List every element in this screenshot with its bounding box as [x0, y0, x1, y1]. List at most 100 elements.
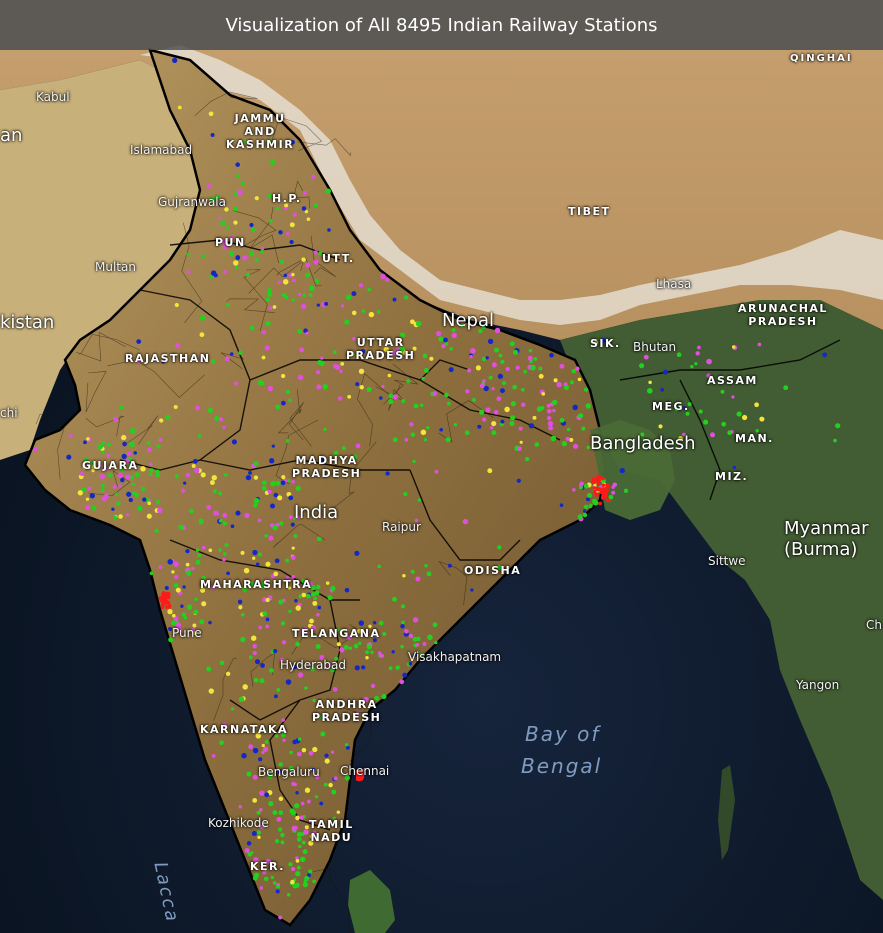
- station-point: [265, 320, 271, 327]
- station-point: [313, 250, 318, 255]
- station-point: [598, 501, 602, 506]
- label-hp: H.P.: [272, 192, 302, 205]
- station-point: [155, 473, 160, 478]
- station-point: [833, 438, 837, 443]
- station-point: [253, 498, 260, 504]
- station-point: [527, 355, 533, 361]
- station-point: [302, 293, 306, 298]
- label-islamabad: Islamabad: [130, 143, 193, 157]
- station-point: [180, 604, 184, 608]
- station-point: [322, 384, 328, 390]
- label-myanmar-line1: Myanmar: [784, 518, 869, 539]
- station-point: [697, 345, 701, 350]
- station-point: [91, 505, 97, 511]
- label-mp-line1: MADHYA: [295, 454, 358, 467]
- station-point: [201, 601, 207, 607]
- map-view[interactable]: Visualization of All 8495 Indian Railway…: [0, 0, 883, 933]
- station-point: [295, 791, 299, 795]
- station-point: [497, 373, 504, 379]
- station-point: [208, 688, 215, 694]
- station-point: [721, 421, 727, 427]
- station-point: [265, 297, 270, 302]
- station-point: [164, 599, 169, 604]
- station-point: [222, 425, 226, 430]
- station-point: [520, 402, 526, 407]
- station-point: [491, 387, 495, 391]
- station-point: [436, 330, 442, 337]
- station-point: [518, 426, 523, 431]
- station-point: [377, 564, 381, 569]
- station-point: [208, 111, 214, 117]
- station-point: [218, 417, 224, 422]
- label-karnataka: KARNATAKA: [200, 723, 289, 736]
- station-point: [690, 364, 694, 369]
- label-sikkim: SIK.: [590, 337, 621, 350]
- station-point: [400, 604, 406, 609]
- station-point: [264, 739, 269, 744]
- label-assam: ASSAM: [707, 374, 758, 387]
- label-pune: Pune: [172, 626, 202, 640]
- station-point: [290, 555, 296, 560]
- station-point: [252, 651, 257, 656]
- station-point: [515, 365, 520, 370]
- station-point: [466, 368, 472, 373]
- station-point: [319, 801, 324, 806]
- label-myanmar: Myanmar (Burma): [784, 518, 869, 560]
- station-point: [258, 552, 262, 557]
- label-raipur: Raipur: [382, 520, 421, 534]
- station-point: [381, 693, 387, 700]
- station-point: [496, 396, 502, 402]
- station-point: [358, 368, 365, 375]
- station-point: [215, 512, 220, 516]
- station-point: [550, 435, 557, 442]
- station-point: [509, 341, 515, 347]
- station-point: [465, 389, 470, 394]
- station-point: [211, 754, 216, 758]
- station-point: [592, 486, 597, 490]
- label-arunachal-line1: ARUNACHAL: [738, 302, 828, 315]
- station-point: [493, 409, 499, 415]
- station-point: [312, 600, 318, 606]
- station-point: [253, 475, 259, 480]
- station-point: [470, 588, 474, 592]
- label-maharashtra: MAHARASHTRA: [200, 578, 313, 591]
- label-yangon: Yangon: [796, 678, 840, 692]
- station-point: [218, 216, 223, 221]
- station-point: [532, 415, 537, 420]
- station-point: [392, 596, 397, 602]
- station-point: [528, 348, 533, 353]
- station-point: [353, 643, 359, 649]
- station-point: [583, 504, 589, 510]
- station-point: [559, 503, 564, 507]
- station-point: [114, 492, 119, 496]
- map-title: Visualization of All 8495 Indian Railway…: [225, 14, 658, 36]
- label-mizoram: MIZ.: [715, 470, 749, 483]
- station-point: [253, 677, 259, 683]
- station-point: [727, 430, 732, 435]
- station-point: [294, 803, 300, 809]
- station-point: [296, 865, 301, 870]
- station-point: [299, 815, 304, 820]
- station-point: [298, 737, 302, 741]
- station-point: [282, 279, 289, 285]
- station-point: [311, 174, 316, 179]
- station-point: [268, 306, 273, 311]
- station-point: [488, 375, 493, 380]
- station-point: [427, 634, 433, 641]
- station-point: [420, 429, 427, 436]
- station-point: [85, 497, 90, 501]
- label-jk-line2: AND: [244, 125, 276, 138]
- station-point: [129, 428, 136, 434]
- station-point: [623, 488, 629, 493]
- station-point: [155, 469, 160, 474]
- station-point: [569, 437, 574, 442]
- station-point: [464, 430, 470, 436]
- station-point: [497, 545, 502, 550]
- station-point: [157, 507, 163, 514]
- station-point: [489, 426, 494, 430]
- station-point: [477, 424, 482, 429]
- station-point: [281, 475, 286, 480]
- station-point: [370, 683, 376, 689]
- station-point: [291, 298, 295, 302]
- station-point: [186, 270, 191, 275]
